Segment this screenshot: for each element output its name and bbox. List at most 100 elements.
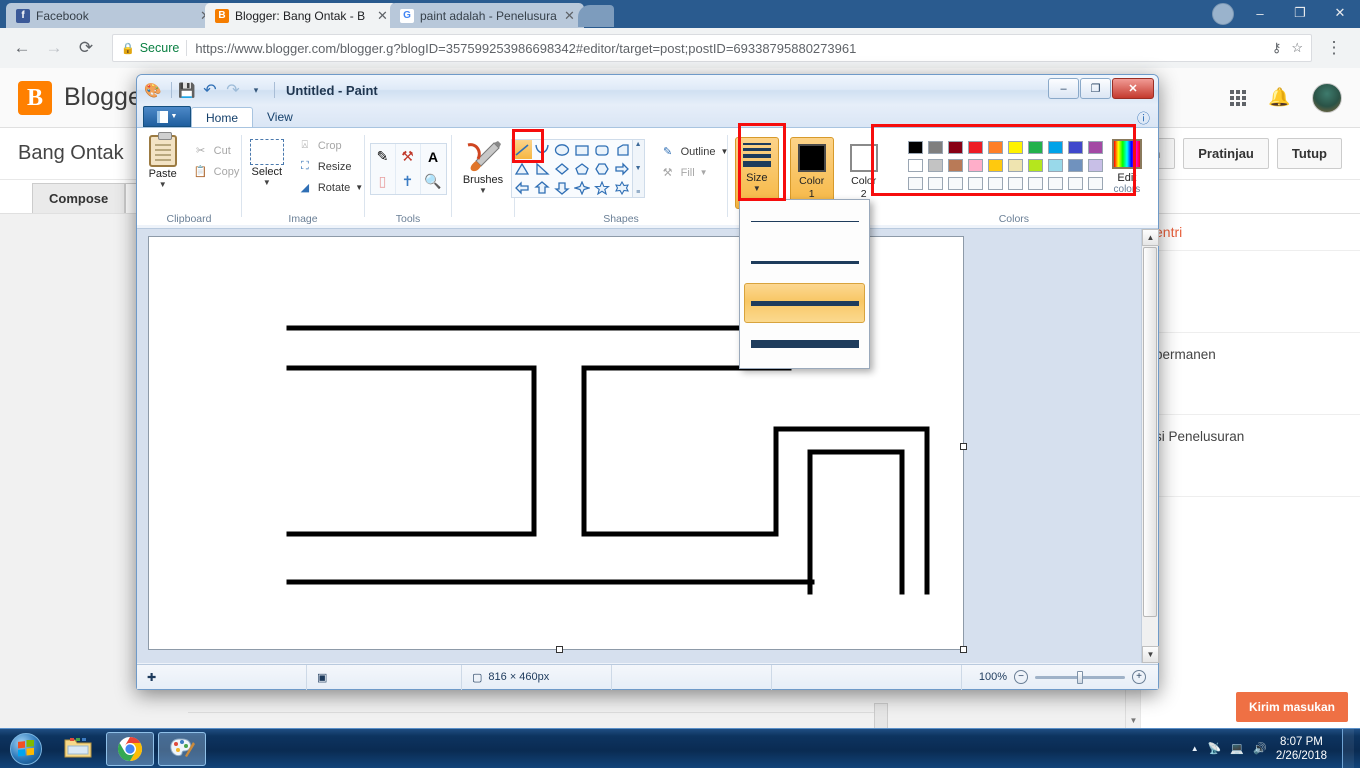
palette-swatch-r2-c4[interactable] bbox=[966, 157, 985, 174]
canvas-resize-handle-right[interactable] bbox=[960, 443, 967, 450]
panel-row[interactable] bbox=[1141, 250, 1360, 332]
magnifier-icon[interactable]: 🔍 bbox=[421, 169, 446, 194]
user-avatar[interactable] bbox=[1312, 82, 1342, 113]
left-arrow-shape-icon[interactable] bbox=[512, 178, 532, 197]
size-dropdown-menu[interactable] bbox=[739, 199, 870, 369]
close-icon[interactable]: ✕ bbox=[377, 9, 389, 22]
show-desktop-button[interactable] bbox=[1342, 728, 1354, 768]
curve-shape-icon[interactable] bbox=[532, 140, 552, 159]
size-option-4[interactable] bbox=[744, 324, 865, 364]
zoom-slider[interactable] bbox=[1035, 670, 1125, 684]
palette-swatch-r1-c8[interactable] bbox=[1046, 139, 1065, 156]
taskbar-paint[interactable] bbox=[158, 731, 206, 766]
palette-swatch-r1-c5[interactable] bbox=[986, 139, 1005, 156]
zoom-out-button[interactable]: − bbox=[1014, 670, 1028, 684]
rotate-button[interactable]: ◢ Rotate ▼ bbox=[294, 177, 366, 198]
rounded-rectangle-shape-icon[interactable] bbox=[592, 140, 612, 159]
palette-swatch-r3-c1[interactable] bbox=[906, 175, 925, 192]
apps-grid-icon[interactable] bbox=[1230, 89, 1246, 106]
maximize-button[interactable]: ❐ bbox=[1280, 0, 1320, 26]
tab-view[interactable]: View bbox=[253, 107, 307, 127]
palette-swatch-r1-c2[interactable] bbox=[926, 139, 945, 156]
palette-swatch-r2-c6[interactable] bbox=[1006, 157, 1025, 174]
scroll-down-icon[interactable]: ▼ bbox=[1126, 714, 1141, 728]
five-point-star-shape-icon[interactable] bbox=[592, 178, 612, 197]
address-bar[interactable]: 🔒 Secure https://www.blogger.com/blogger… bbox=[112, 34, 1312, 62]
scroll-more-icon[interactable]: ≡ bbox=[636, 189, 640, 196]
palette-swatch-r1-c4[interactable] bbox=[966, 139, 985, 156]
color-picker-icon[interactable]: ✝ bbox=[396, 169, 421, 194]
palette-swatch-r2-c8[interactable] bbox=[1046, 157, 1065, 174]
browser-tab-facebook[interactable]: f Facebook ✕ bbox=[6, 3, 220, 28]
six-point-star-shape-icon[interactable] bbox=[612, 178, 632, 197]
size-option-3[interactable] bbox=[744, 283, 865, 323]
volume-icon[interactable]: 🔊 bbox=[1253, 742, 1267, 755]
editor-horizontal-scroll[interactable] bbox=[188, 703, 888, 729]
pencil-icon[interactable]: ✎ bbox=[371, 144, 396, 169]
close-icon[interactable]: ✕ bbox=[564, 9, 576, 22]
palette-swatch-r1-c10[interactable] bbox=[1086, 139, 1105, 156]
palette-swatch-r1-c6[interactable] bbox=[1006, 139, 1025, 156]
scroll-down-icon[interactable]: ▼ bbox=[635, 165, 642, 172]
oval-shape-icon[interactable] bbox=[552, 140, 572, 159]
chevron-down-icon[interactable]: ▼ bbox=[479, 186, 487, 195]
help-icon[interactable]: ⓘ bbox=[1137, 108, 1158, 127]
palette-swatch-r3-c9[interactable] bbox=[1066, 175, 1085, 192]
file-menu-button[interactable]: ▼ bbox=[143, 106, 191, 127]
panel-row[interactable] bbox=[1141, 496, 1360, 578]
browser-tab-blogger[interactable]: B Blogger: Bang Ontak - B ✕ bbox=[205, 3, 397, 28]
outline-button[interactable]: ✎ Outline ▼ bbox=[657, 141, 732, 162]
tab-compose[interactable]: Compose bbox=[32, 183, 126, 213]
star-icon[interactable]: ☆ bbox=[1291, 40, 1303, 56]
up-arrow-shape-icon[interactable] bbox=[532, 178, 552, 197]
panel-row[interactable]: si Penelusuran bbox=[1141, 414, 1360, 496]
taskbar-file-explorer[interactable] bbox=[54, 732, 102, 766]
canvas-resize-handle-bottom[interactable] bbox=[556, 646, 563, 653]
redo-icon[interactable]: ↷ bbox=[223, 80, 243, 100]
chevron-down-icon[interactable]: ▼ bbox=[355, 183, 363, 192]
back-icon[interactable]: ← bbox=[8, 34, 36, 62]
send-feedback-button[interactable]: Kirim masukan bbox=[1235, 692, 1348, 722]
chevron-down-icon[interactable]: ▼ bbox=[159, 180, 167, 189]
save-icon[interactable]: 💾 bbox=[177, 80, 197, 100]
palette-swatch-r2-c7[interactable] bbox=[1026, 157, 1045, 174]
polygon-shape-icon[interactable] bbox=[612, 140, 632, 159]
maximize-button[interactable]: ❐ bbox=[1080, 78, 1111, 99]
palette-swatch-r2-c1[interactable] bbox=[906, 157, 925, 174]
palette-swatch-r3-c2[interactable] bbox=[926, 175, 945, 192]
paste-button[interactable]: Paste ▼ bbox=[136, 131, 190, 189]
scroll-down-icon[interactable]: ▼ bbox=[1142, 646, 1159, 663]
palette-swatch-r3-c10[interactable] bbox=[1086, 175, 1105, 192]
palette-swatch-r1-c9[interactable] bbox=[1066, 139, 1085, 156]
diamond-shape-icon[interactable] bbox=[552, 159, 572, 178]
palette-swatch-r2-c5[interactable] bbox=[986, 157, 1005, 174]
eraser-icon[interactable]: ▯ bbox=[371, 169, 396, 194]
network-error-icon[interactable]: 📡 bbox=[1208, 742, 1222, 755]
bell-icon[interactable]: 🔔 bbox=[1268, 87, 1290, 109]
close-button[interactable]: ✕ bbox=[1112, 78, 1154, 99]
qat-dropdown-icon[interactable]: ▾ bbox=[246, 80, 266, 100]
palette-swatch-r1-c1[interactable] bbox=[906, 139, 925, 156]
select-button[interactable]: Select ▼ bbox=[240, 131, 294, 198]
text-icon[interactable]: A bbox=[421, 144, 446, 169]
palette-swatch-r2-c2[interactable] bbox=[926, 157, 945, 174]
zoom-in-button[interactable]: + bbox=[1132, 670, 1146, 684]
palette-swatch-r1-c7[interactable] bbox=[1026, 139, 1045, 156]
hexagon-shape-icon[interactable] bbox=[592, 159, 612, 178]
palette-swatch-r3-c6[interactable] bbox=[1006, 175, 1025, 192]
right-triangle-shape-icon[interactable] bbox=[532, 159, 552, 178]
tab-home[interactable]: Home bbox=[191, 107, 254, 128]
clock[interactable]: 8:07 PM 2/26/2018 bbox=[1276, 735, 1327, 763]
forward-icon[interactable]: → bbox=[40, 34, 68, 62]
right-arrow-shape-icon[interactable] bbox=[612, 159, 632, 178]
size-option-1[interactable] bbox=[744, 201, 865, 241]
triangle-shape-icon[interactable] bbox=[512, 159, 532, 178]
key-icon[interactable]: ⚷ bbox=[1272, 40, 1282, 56]
pentagon-shape-icon[interactable] bbox=[572, 159, 592, 178]
line-shape-icon[interactable] bbox=[511, 140, 532, 159]
palette-swatch-r2-c9[interactable] bbox=[1066, 157, 1085, 174]
palette-icon[interactable]: 🎨 bbox=[143, 80, 163, 100]
palette-swatch-r3-c7[interactable] bbox=[1026, 175, 1045, 192]
chevron-down-icon[interactable]: ▼ bbox=[263, 178, 271, 187]
editor-resize-grip[interactable] bbox=[874, 703, 888, 729]
